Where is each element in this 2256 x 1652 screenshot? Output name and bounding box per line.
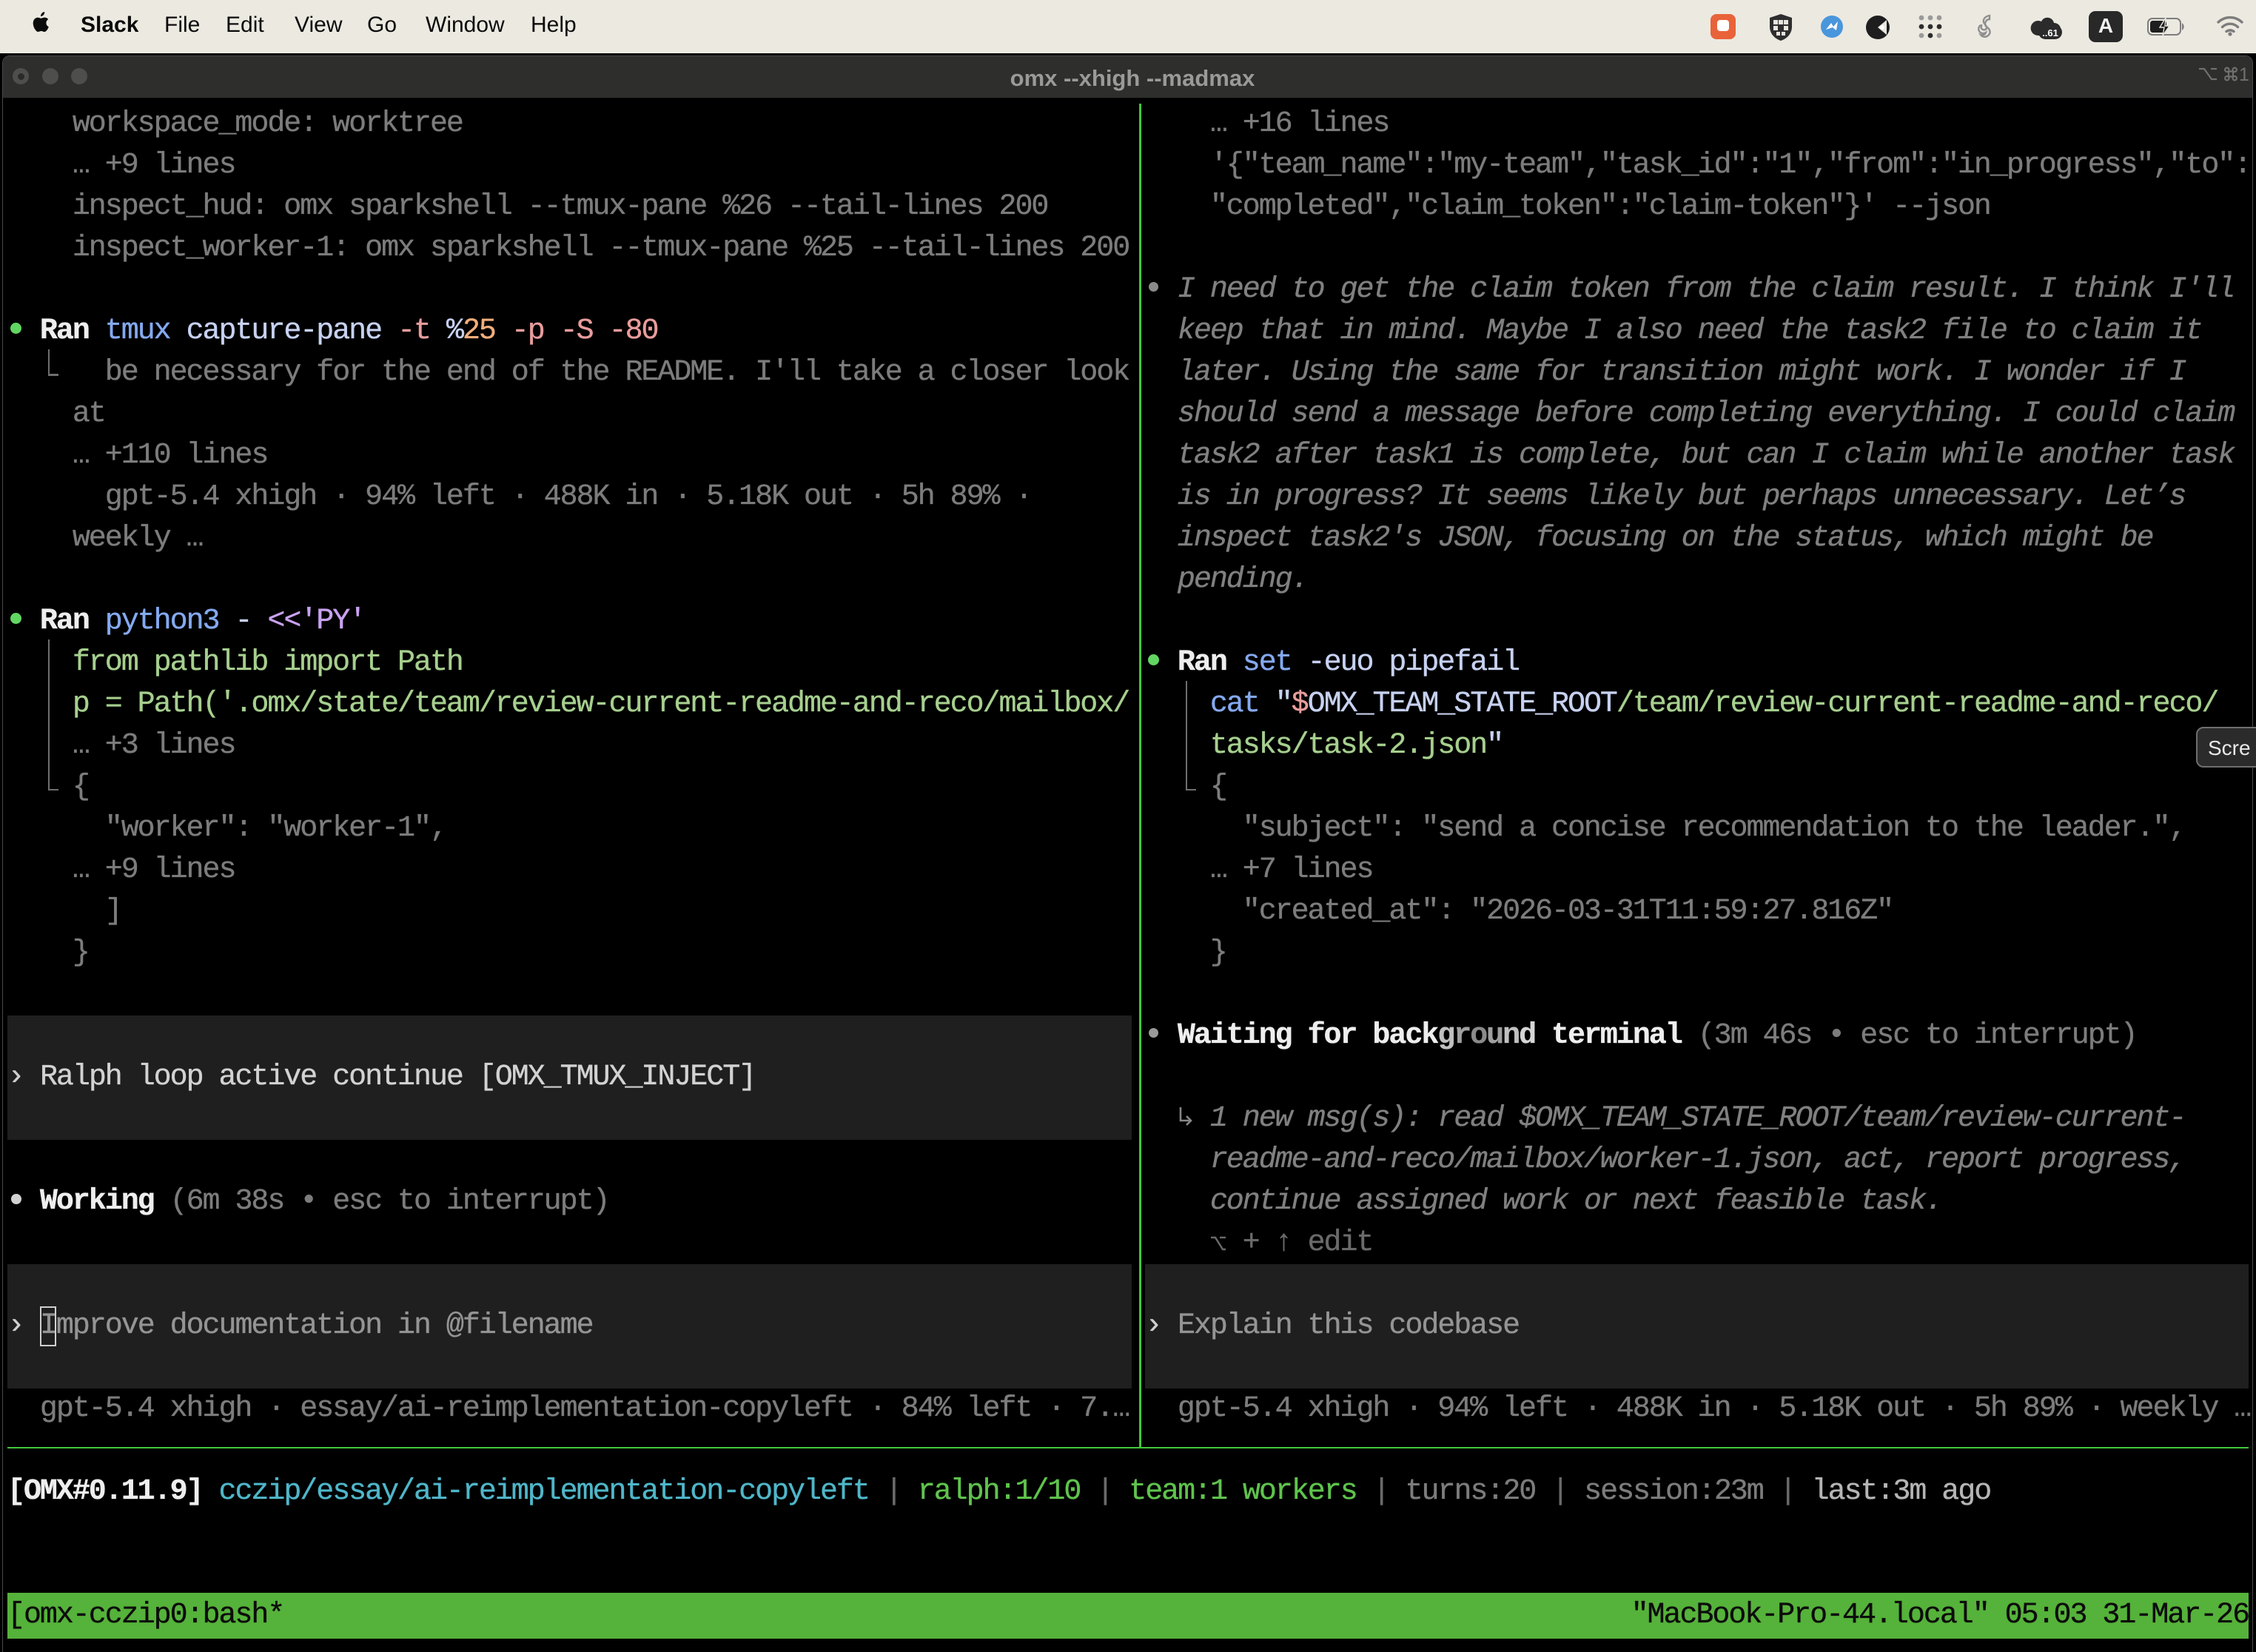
svg-text:..61: ..61 xyxy=(2042,27,2058,38)
svg-text:1: 1 xyxy=(2239,64,2249,85)
